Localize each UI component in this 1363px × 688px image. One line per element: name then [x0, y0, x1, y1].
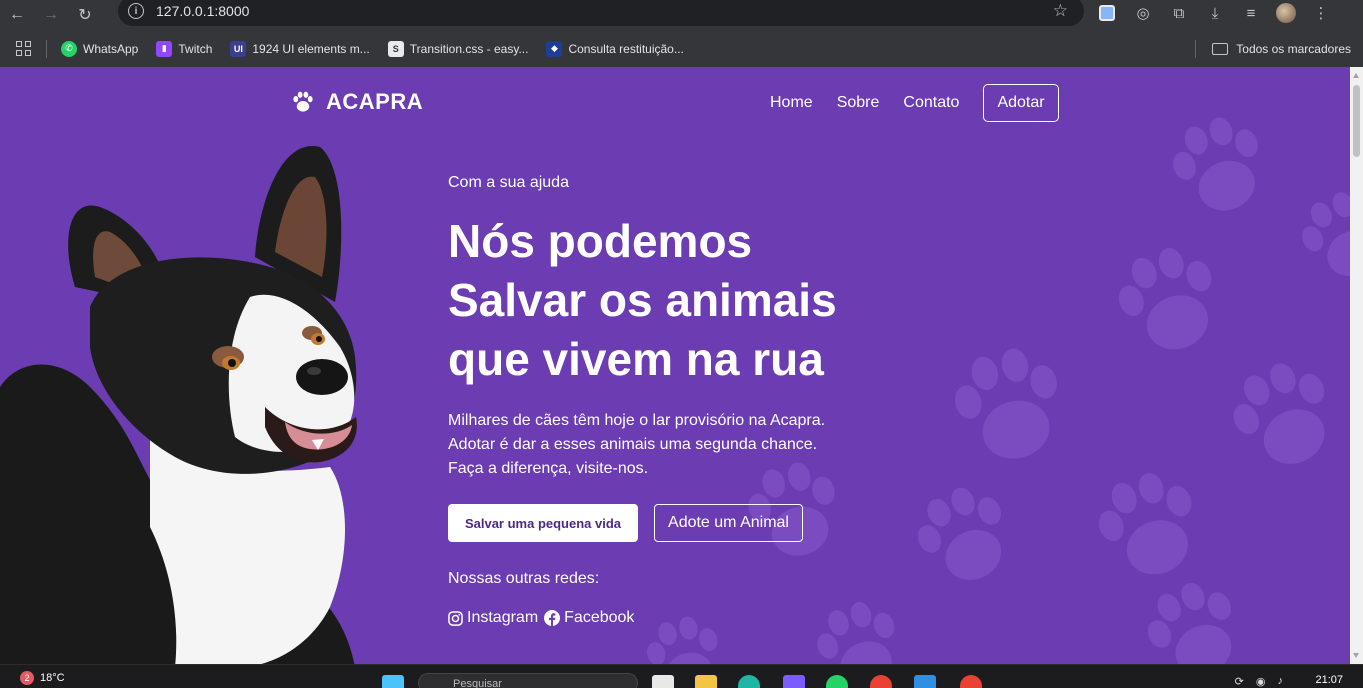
socials-label: Nossas outras redes: [448, 570, 600, 587]
paw-print-decoration [1295, 187, 1350, 287]
downloads-icon[interactable]: ⤓ [1204, 2, 1226, 24]
site-info-icon[interactable]: i [128, 3, 144, 19]
instagram-icon [448, 610, 463, 626]
bookmark-ui-elements[interactable]: UI 1924 UI elements m... [230, 40, 370, 57]
social-links: Instagram Facebook [448, 609, 640, 627]
instagram-label: Instagram [467, 609, 539, 626]
nav-adopt-button[interactable]: Adotar [983, 84, 1059, 122]
back-button[interactable]: ← [0, 0, 34, 30]
all-bookmarks[interactable]: Todos os marcadores [1195, 30, 1351, 67]
instagram-link[interactable]: Instagram [448, 609, 538, 627]
whatsapp-taskbar-icon[interactable] [826, 675, 848, 688]
save-a-life-button[interactable]: Salvar uma pequena vida [448, 504, 638, 542]
hero-eyebrow: Com a sua ajuda [448, 174, 569, 191]
nav-contact[interactable]: Contato [903, 94, 959, 112]
page-viewport: ACAPRA Home Sobre Contato Adotar Com a s… [0, 67, 1350, 664]
taskbar-search[interactable]: Pesquisar [418, 673, 638, 688]
bookmark-label: WhatsApp [83, 41, 139, 56]
bookmark-label: Twitch [178, 41, 213, 56]
copilot-icon[interactable] [783, 675, 805, 688]
media-extension-icon[interactable]: ◎ [1132, 2, 1154, 24]
twitch-icon: ▮ [156, 40, 173, 57]
page-scrollbar[interactable] [1350, 67, 1363, 664]
brand-name: ACAPRA [326, 89, 424, 114]
system-tray: ⟳ ◉ ♪ [1235, 675, 1283, 688]
paw-print-decoration [1140, 577, 1250, 664]
refresh-icon[interactable]: ⟳ [1235, 675, 1244, 688]
bookmark-label: Transition.css - easy... [409, 41, 529, 56]
nav-home[interactable]: Home [770, 94, 813, 112]
forward-button[interactable]: → [34, 0, 68, 30]
facebook-link[interactable]: Facebook [544, 609, 634, 627]
edge-icon[interactable] [738, 675, 760, 688]
volume-icon[interactable]: ♪ [1278, 675, 1284, 688]
whatsapp-icon: ✆ [61, 40, 77, 57]
address-bar[interactable]: i 127.0.0.1:8000 ☆ [118, 0, 1084, 26]
all-bookmarks-label: Todos os marcadores [1236, 41, 1351, 56]
scroll-thumb[interactable] [1353, 85, 1360, 157]
transition-icon: S [387, 40, 404, 57]
media-controls-icon[interactable]: ≡ [1240, 2, 1262, 24]
bookmark-transition-css[interactable]: S Transition.css - easy... [387, 40, 529, 57]
dog-image [0, 146, 357, 664]
adopt-animal-button[interactable]: Adote um Animal [654, 504, 803, 542]
taskbar-clock[interactable]: 21:07 [1315, 674, 1343, 686]
reload-button[interactable]: ↻ [68, 0, 102, 30]
bookmarks-divider [1195, 39, 1197, 58]
nav-about[interactable]: Sobre [837, 94, 880, 112]
paw-print-decoration [1090, 467, 1210, 587]
gov-icon: ◆ [546, 40, 563, 57]
paw-print-decoration [640, 612, 730, 664]
hero-title-line: Salvar os animais [448, 274, 837, 326]
profile-avatar[interactable] [1276, 3, 1296, 23]
bookmark-consulta[interactable]: ◆ Consulta restituição... [546, 40, 684, 57]
file-explorer-icon[interactable] [695, 675, 717, 688]
temperature: 18°C [40, 672, 65, 684]
hero-description: Milhares de cães têm hoje o lar provisór… [448, 412, 826, 477]
ui-icon: UI [230, 40, 247, 57]
hero-title-line: que vivem na rua [448, 333, 824, 385]
screenshot-extension-icon[interactable] [1096, 2, 1118, 24]
bookmark-whatsapp[interactable]: ✆ WhatsApp [61, 40, 139, 57]
facebook-label: Facebook [564, 609, 635, 626]
network-icon[interactable]: ◉ [1256, 675, 1266, 688]
bookmark-twitch[interactable]: ▮ Twitch [156, 40, 213, 57]
bookmarks-divider [46, 39, 47, 58]
bookmark-star-icon[interactable]: ☆ [1053, 1, 1068, 21]
site-logo[interactable]: ACAPRA [290, 89, 423, 115]
paw-print-decoration [945, 342, 1074, 471]
facebook-icon [544, 610, 561, 626]
os-taskbar: 2 18°C Pesquisar ⟳ ◉ ♪ 21:07 [0, 664, 1363, 688]
weather-widget[interactable]: 2 18°C [20, 671, 65, 685]
site-nav: Home Sobre Contato Adotar [770, 84, 1059, 122]
menu-kebab-icon[interactable]: ⋮ [1310, 2, 1332, 24]
browser-toolbar: ← → ↻ i 127.0.0.1:8000 ☆ ◎ ⧉ ⤓ ≡ ⋮ [0, 0, 1363, 30]
folder-icon [1212, 42, 1229, 55]
file-icon[interactable] [652, 675, 674, 688]
bookmarks-bar: ✆ WhatsApp ▮ Twitch UI 1924 UI elements … [0, 30, 1363, 67]
hero-title: Nós podemos Salvar os animais que vivem … [448, 212, 888, 389]
address-url[interactable]: 127.0.0.1:8000 [156, 3, 249, 19]
paw-print-decoration [1165, 112, 1275, 222]
chrome-icon[interactable] [870, 675, 892, 688]
paw-print-decoration [810, 597, 910, 664]
windows-start-icon[interactable] [382, 675, 404, 688]
apps-grid-icon[interactable] [16, 40, 32, 57]
vscode-icon[interactable] [914, 675, 936, 688]
hero-title-line: Nós podemos [448, 215, 753, 267]
scroll-down-arrow[interactable] [1353, 653, 1359, 658]
paw-print-decoration [910, 482, 1020, 592]
paw-logo-icon [293, 91, 313, 112]
scroll-up-arrow[interactable] [1353, 73, 1359, 78]
extensions-puzzle-icon[interactable]: ⧉ [1168, 2, 1190, 24]
paw-print-decoration [1225, 357, 1345, 477]
chrome-profile-icon[interactable] [960, 675, 982, 688]
bookmark-label: 1924 UI elements m... [252, 41, 370, 56]
notification-badge: 2 [20, 671, 34, 685]
paw-print-decoration [1110, 242, 1230, 362]
bookmark-label: Consulta restituição... [568, 41, 684, 56]
